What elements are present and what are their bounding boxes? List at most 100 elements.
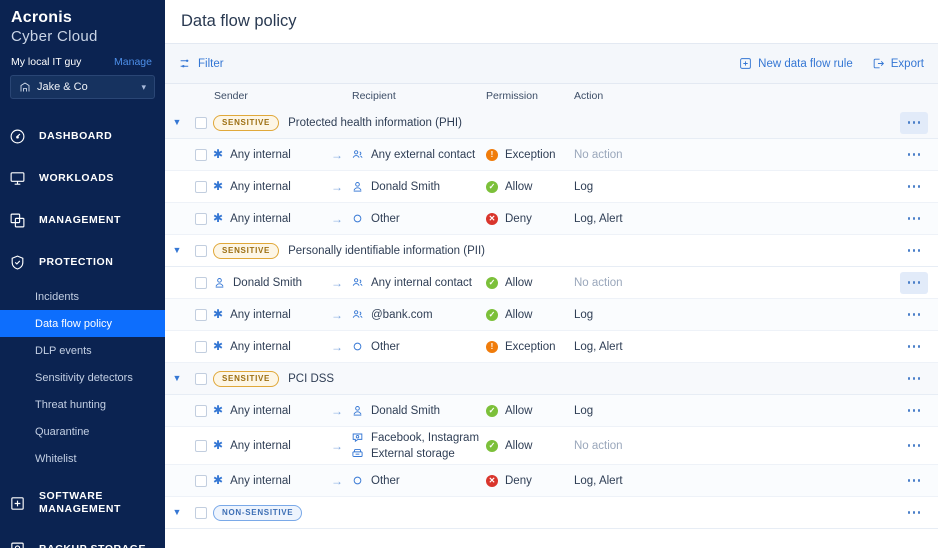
new-data-flow-rule-button[interactable]: New data flow rule <box>739 57 853 70</box>
social-icon <box>351 431 364 444</box>
row-menu-button[interactable] <box>900 502 928 524</box>
chevron-down-icon[interactable]: ▼ <box>173 246 182 255</box>
table-row[interactable]: ✱Any internal→Any external contact!Excep… <box>165 139 938 171</box>
sidebar-item-sensitivity-detectors[interactable]: Sensitivity detectors <box>0 364 165 391</box>
building-icon <box>19 81 31 93</box>
row-menu-button[interactable] <box>900 470 928 492</box>
recipient-label: Donald Smith <box>371 181 440 193</box>
sender-label: Any internal <box>230 405 291 417</box>
group-icon <box>351 276 364 289</box>
sender-cell: ✱Any internal <box>213 212 323 225</box>
recipient-cell: Other <box>351 212 486 225</box>
permission-status-icon: ✕ <box>486 213 498 225</box>
tenant-selector[interactable]: Jake & Co ▾ <box>10 75 155 99</box>
row-checkbox[interactable] <box>195 181 207 193</box>
permission-label: Deny <box>505 475 532 487</box>
row-menu-button[interactable] <box>900 304 928 326</box>
recipient-entry: Other <box>351 474 400 487</box>
row-checkbox[interactable] <box>195 341 207 353</box>
sender-cell: ✱Any internal <box>213 474 323 487</box>
table-row[interactable]: ✱Any internal→Other!ExceptionLog, Alert <box>165 331 938 363</box>
sidebar-item-backup-storage[interactable]: BACKUP STORAGE <box>0 528 165 548</box>
table-row[interactable]: ✱Any internal→Donald Smith✓AllowLog <box>165 171 938 203</box>
group-header-row[interactable]: ▼SENSITIVEProtected health information (… <box>165 107 938 139</box>
permission-label: Allow <box>505 277 532 289</box>
export-icon <box>872 57 885 70</box>
permission-cell: ✓Allow <box>486 277 574 289</box>
row-checkbox[interactable] <box>195 149 207 161</box>
row-checkbox[interactable] <box>195 475 207 487</box>
sender-label: Any internal <box>230 440 291 452</box>
group-header-row[interactable]: ▼SENSITIVEPCI DSS <box>165 363 938 395</box>
sidebar-item-label-2: MANAGEMENT <box>39 503 121 516</box>
row-checkbox[interactable] <box>195 309 207 321</box>
row-menu-button[interactable] <box>900 176 928 198</box>
row-checkbox[interactable] <box>195 405 207 417</box>
person-icon <box>351 180 364 193</box>
filter-button[interactable]: Filter <box>179 57 224 70</box>
table-row[interactable]: Donald Smith→Any internal contact✓AllowN… <box>165 267 938 299</box>
sidebar-subitem-label: Threat hunting <box>35 399 106 411</box>
row-menu-button[interactable] <box>900 400 928 422</box>
row-menu-button[interactable] <box>900 112 928 134</box>
group-checkbox[interactable] <box>195 373 207 385</box>
group-header-row[interactable]: ▼SENSITIVEPersonally identifiable inform… <box>165 235 938 267</box>
chevron-down-icon[interactable]: ▼ <box>173 508 182 517</box>
table-row[interactable]: ✱Any internal→Other✕DenyLog, Alert <box>165 203 938 235</box>
table-row[interactable]: ✱Any internal→Other✕DenyLog, Alert <box>165 465 938 497</box>
permission-cell: !Exception <box>486 149 574 161</box>
sidebar-item-dlp-events[interactable]: DLP events <box>0 337 165 364</box>
recipient-label: Donald Smith <box>371 405 440 417</box>
tenant-info: My local IT guy Manage <box>0 46 165 68</box>
manage-link[interactable]: Manage <box>114 56 152 68</box>
recipient-entry: External storage <box>351 447 455 460</box>
chevron-down-icon[interactable]: ▼ <box>173 118 182 127</box>
row-checkbox[interactable] <box>195 277 207 289</box>
sidebar-item-data-flow-policy[interactable]: Data flow policy <box>0 310 165 337</box>
asterisk-icon: ✱ <box>213 212 223 225</box>
permission-label: Allow <box>505 181 532 193</box>
row-menu-button[interactable] <box>900 368 928 390</box>
recipient-entry: Other <box>351 212 400 225</box>
sidebar-item-incidents[interactable]: Incidents <box>0 283 165 310</box>
row-menu-button[interactable] <box>900 144 928 166</box>
tenant-label: My local IT guy <box>11 56 81 68</box>
chevron-down-icon[interactable]: ▼ <box>173 374 182 383</box>
sidebar-subitem-label: DLP events <box>35 345 92 357</box>
group-checkbox[interactable] <box>195 117 207 129</box>
asterisk-icon: ✱ <box>213 340 223 353</box>
sidebar-item-quarantine[interactable]: Quarantine <box>0 418 165 445</box>
group-checkbox[interactable] <box>195 507 207 519</box>
toolbar-actions: New data flow rule Export <box>739 57 924 70</box>
row-menu-button[interactable] <box>900 336 928 358</box>
table-row[interactable]: ✱Any internal→@bank.com✓AllowLog <box>165 299 938 331</box>
action-cell: Log <box>574 405 890 417</box>
table-body: ▼SENSITIVEProtected health information (… <box>165 107 938 548</box>
permission-status-icon: ✓ <box>486 309 498 321</box>
row-menu-button[interactable] <box>900 272 928 294</box>
row-checkbox[interactable] <box>195 213 207 225</box>
export-button[interactable]: Export <box>872 57 924 70</box>
sensitivity-badge: SENSITIVE <box>213 115 279 131</box>
sidebar-item-protection[interactable]: PROTECTION <box>0 241 165 283</box>
sidebar-item-management[interactable]: MANAGEMENT <box>0 199 165 241</box>
sidebar-item-threat-hunting[interactable]: Threat hunting <box>0 391 165 418</box>
sidebar-item-software-management[interactable]: SOFTWARE MANAGEMENT <box>0 478 165 528</box>
table-row[interactable]: ✱Any internal→Facebook, InstagramExterna… <box>165 427 938 465</box>
sidebar-item-dashboard[interactable]: DASHBOARD <box>0 115 165 157</box>
row-menu-button[interactable] <box>900 240 928 262</box>
sender-label: Any internal <box>230 341 291 353</box>
speedometer-icon <box>9 128 26 145</box>
row-menu-button[interactable] <box>900 435 928 457</box>
group-header-row[interactable]: ▼NON-SENSITIVE <box>165 497 938 529</box>
permission-status-icon: ✓ <box>486 440 498 452</box>
recipient-cell: Any internal contact <box>351 276 486 289</box>
sidebar-item-label: DASHBOARD <box>39 130 112 143</box>
group-checkbox[interactable] <box>195 245 207 257</box>
table-row[interactable]: ✱Any internal→Donald Smith✓AllowLog <box>165 395 938 427</box>
permission-cell: ✓Allow <box>486 405 574 417</box>
row-checkbox[interactable] <box>195 440 207 452</box>
sidebar-item-workloads[interactable]: WORKLOADS <box>0 157 165 199</box>
sidebar-item-whitelist[interactable]: Whitelist <box>0 445 165 472</box>
row-menu-button[interactable] <box>900 208 928 230</box>
